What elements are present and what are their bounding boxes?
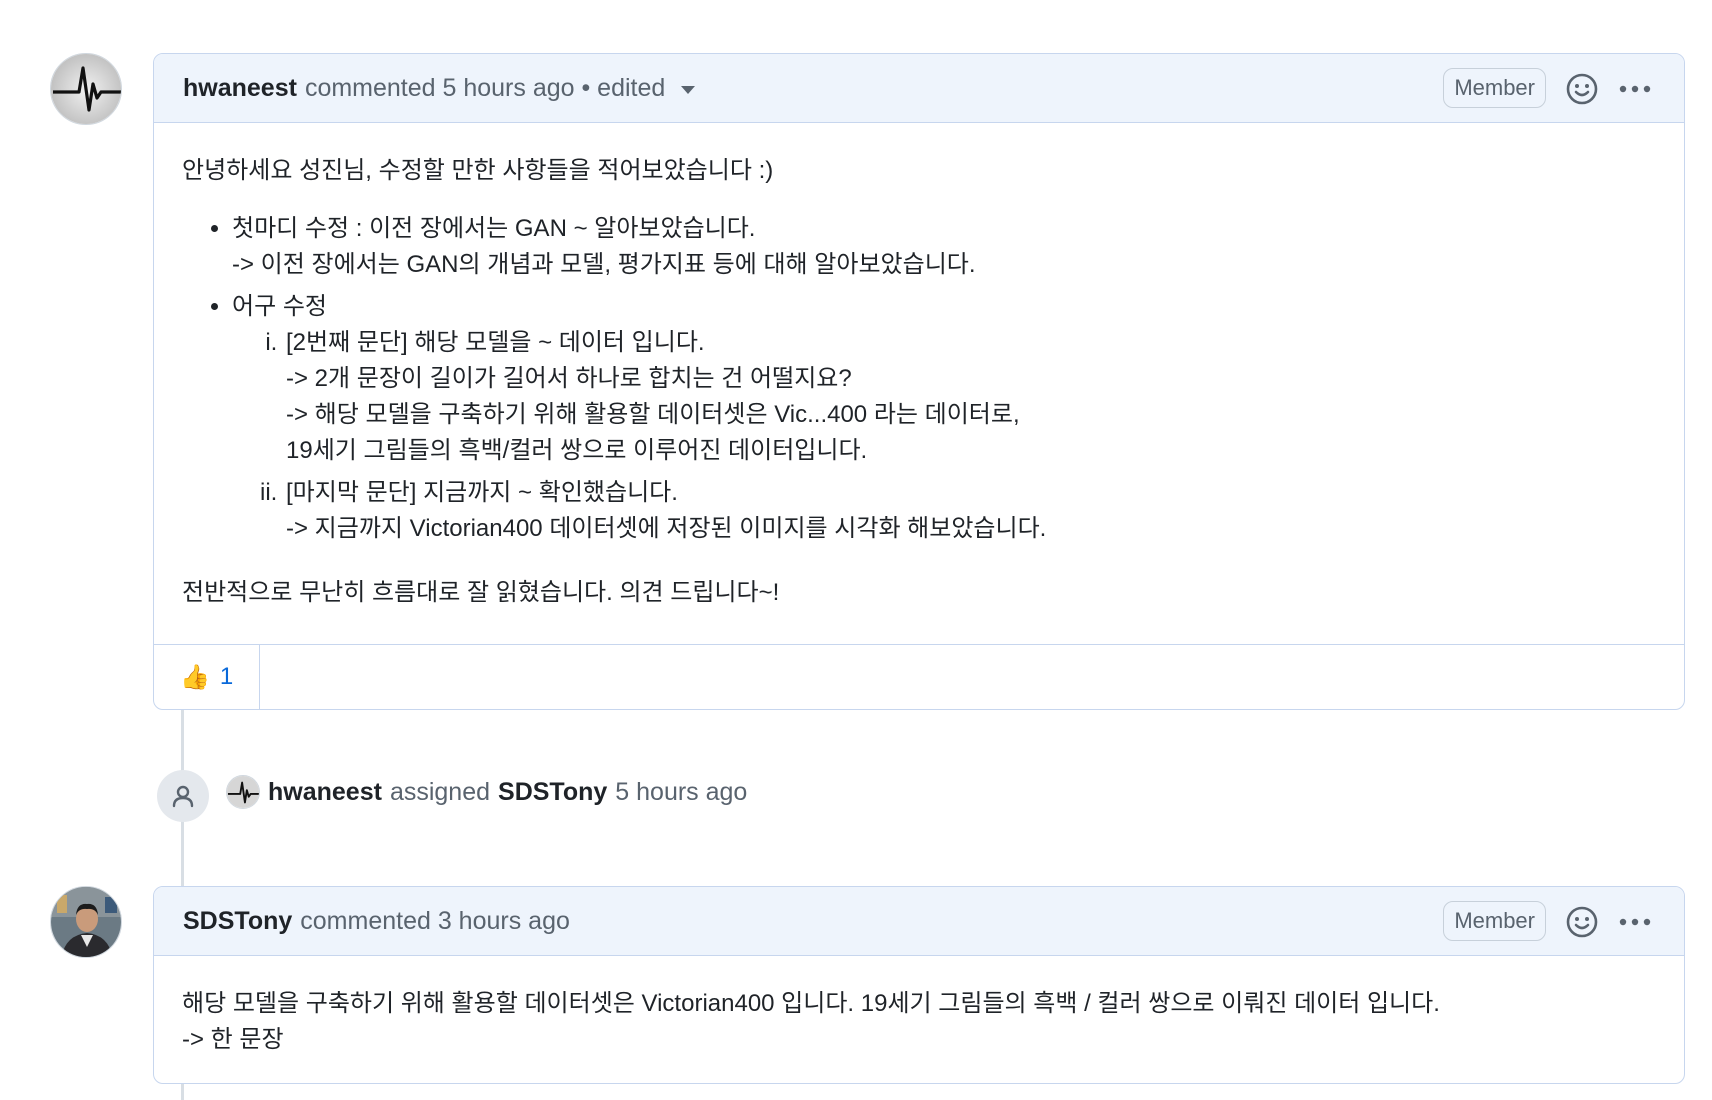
suggestion-text: -> 이전 장에서는 GAN의 개념과 모델, 평가지표 등에 대해 알아보았습… [232,251,976,278]
suggestion-item-first-sentence: 첫마디 수정 : 이전 장에서는 GAN ~ 알아보았습니다. -> 이전 장에… [232,211,1684,283]
sublist-text: [마지막 문단] 지금까지 ~ 확인했습니다. [286,479,678,506]
sublist-text: -> 지금까지 Victorian400 데이터셋에 저장된 이미지를 시각화 … [286,515,1047,542]
comment-closing: 전반적으로 무난히 흐름대로 잘 읽혔습니다. 의견 드립니다~! [182,579,780,606]
sublist-text: -> 2개 문장이 길이가 길어서 하나로 합치는 건 어떨지요? [286,365,852,392]
member-badge: Member [1443,901,1546,941]
suggestion-text: 첫마디 수정 : 이전 장에서는 GAN ~ 알아보았습니다. [232,215,756,242]
phrasing-sublist: [2번째 문단] 해당 모델을 ~ 데이터 입니다. -> 2개 문장이 길이가… [232,325,1684,547]
reaction-count: 1 [219,663,234,690]
avatar-hwaneest[interactable] [50,53,122,125]
event-actor-link[interactable]: hwaneest [268,778,382,807]
comment-timestamp-edited[interactable]: commented 5 hours ago • edited [305,74,665,103]
comment-body: 안녕하세요 성진님, 수정할 만한 사항들을 적어보았습니다 :) 첫마디 수정… [154,123,1684,611]
comment-author-link[interactable]: hwaneest [183,74,297,103]
suggestion-title: 어구 수정 [232,293,327,320]
comment-text: 해당 모델을 구축하기 위해 활용할 데이터셋은 Victorian400 입니… [182,990,1440,1017]
add-reaction-smiley-icon[interactable] [1564,71,1600,107]
suggestion-list: 첫마디 수정 : 이전 장에서는 GAN ~ 알아보았습니다. -> 이전 장에… [182,211,1684,547]
sublist-text: 19세기 그림들의 흑백/컬러 쌍으로 이루어진 데이터입니다. [286,437,868,464]
assign-event: hwaneest assigned SDSTony 5 hours ago [226,775,747,809]
event-target-link[interactable]: SDSTony [498,778,607,807]
thumbs-up-icon: 👍 [180,663,210,691]
sublist-text: [2번째 문단] 해당 모델을 ~ 데이터 입니다. [286,329,705,356]
suggestion-item-phrasing: 어구 수정 [2번째 문단] 해당 모델을 ~ 데이터 입니다. -> 2개 문… [232,289,1684,547]
more-options-kebab-icon[interactable] [1617,71,1653,107]
comment-body: 해당 모델을 구축하기 위해 활용할 데이터셋은 Victorian400 입니… [154,956,1684,1058]
member-badge: Member [1443,68,1546,108]
edited-dropdown-caret-icon[interactable] [681,86,696,94]
add-reaction-smiley-icon[interactable] [1564,904,1600,940]
thumbs-up-reaction-button[interactable]: 👍 1 [154,645,260,709]
person-icon [157,770,209,822]
sublist-item-paragraph-2: [2번째 문단] 해당 모델을 ~ 데이터 입니다. -> 2개 문장이 길이가… [284,325,1684,469]
avatar-sdstony[interactable] [50,886,122,958]
comment-greeting: 안녕하세요 성진님, 수정할 만한 사항들을 적어보았습니다 :) [182,157,774,184]
sublist-item-last-paragraph: [마지막 문단] 지금까지 ~ 확인했습니다. -> 지금까지 Victoria… [284,475,1684,547]
more-options-kebab-icon[interactable] [1617,904,1653,940]
sublist-text: -> 해당 모델을 구축하기 위해 활용할 데이터셋은 Vic...400 라는… [286,401,1020,428]
comment-header: hwaneest commented 5 hours ago • edited … [154,54,1684,123]
comment-sdstony: SDSTony commented 3 hours ago Member 해당 … [153,886,1685,1084]
comment-author-link[interactable]: SDSTony [183,907,292,936]
comment-header: SDSTony commented 3 hours ago Member [154,887,1684,956]
event-timestamp[interactable]: 5 hours ago [615,778,747,807]
comment-text: -> 한 문장 [182,1026,284,1053]
reaction-bar: 👍 1 [154,644,1684,709]
comment-hwaneest: hwaneest commented 5 hours ago • edited … [153,53,1685,710]
event-action: assigned [389,777,491,806]
avatar-hwaneest-small[interactable] [226,775,260,809]
comment-timestamp[interactable]: commented 3 hours ago [300,907,570,936]
